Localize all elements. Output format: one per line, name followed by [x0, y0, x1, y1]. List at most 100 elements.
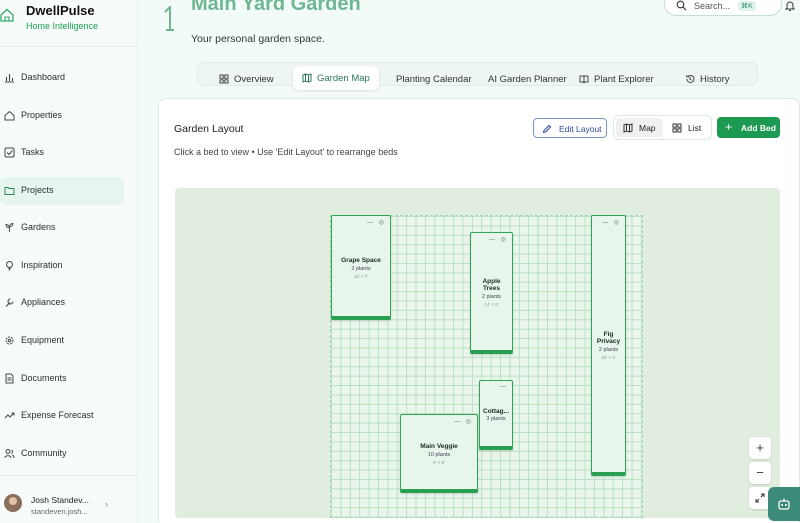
bed-name: Main Veggie: [420, 443, 458, 450]
bell-icon[interactable]: [784, 0, 796, 12]
sidebar-item-equipment[interactable]: Equipment: [0, 327, 124, 355]
add-bed-button[interactable]: + Add Bed: [717, 117, 780, 138]
folder-icon: [4, 187, 15, 195]
sidebar-item-tasks[interactable]: Tasks: [0, 139, 124, 167]
sidebar-item-gardens[interactable]: Gardens: [0, 214, 124, 242]
sidebar-item-inspiration[interactable]: Inspiration: [0, 252, 124, 280]
bed-plant-count: 3 plants: [486, 416, 506, 422]
chevron-right-icon: ›: [105, 499, 108, 509]
search-input[interactable]: Search... ⌘K: [664, 0, 782, 16]
tab-garden-map[interactable]: Garden Map: [293, 66, 379, 90]
bed-controls-icon[interactable]: —: [500, 384, 508, 390]
house-logo-icon: [0, 8, 14, 22]
trend-icon: [4, 412, 15, 419]
map-icon: [302, 73, 312, 83]
sidebar-item-label: Inspiration: [21, 260, 63, 270]
search-placeholder: Search...: [694, 1, 731, 11]
page-subtitle: Your personal garden space.: [191, 33, 325, 45]
users-icon: [4, 449, 15, 459]
tab-label: AI Garden Planner: [488, 73, 567, 85]
sprout-icon: [5, 223, 14, 232]
garden-bed[interactable]: — Cottag... 3 plants: [479, 380, 513, 450]
history-icon: [686, 74, 695, 83]
sidebar-item-label: Equipment: [21, 335, 65, 345]
edit-layout-label: Edit Layout: [559, 124, 602, 134]
robot-icon: [778, 498, 790, 510]
user-email: standeven.josh...: [31, 507, 88, 516]
map-view-button[interactable]: Map: [616, 118, 663, 137]
zoom-in-button[interactable]: +: [749, 437, 771, 459]
add-bed-label: Add Bed: [741, 123, 776, 133]
garden-bed[interactable]: — ◎ Apple Trees 2 plants 14' × 6': [470, 232, 513, 354]
wrench-icon: [5, 298, 14, 307]
list-view-button[interactable]: List: [665, 118, 710, 137]
sidebar-item-label: Community: [21, 448, 67, 458]
sidebar-item-dashboard[interactable]: Dashboard: [0, 64, 124, 92]
assistant-button[interactable]: [768, 487, 800, 521]
sidebar-item-label: Gardens: [21, 222, 56, 232]
sidebar-item-documents[interactable]: Documents: [0, 365, 124, 393]
home-icon: [4, 110, 15, 121]
user-menu[interactable]: Josh Standev... standeven.josh... ›: [0, 475, 138, 523]
bed-plant-count: 2 plants: [481, 294, 502, 300]
tab-ai-garden-planner[interactable]: AI Garden Planner: [488, 68, 567, 90]
bed-size: 12' × 7': [353, 274, 369, 279]
brand-subtitle: Home Intelligence: [26, 21, 99, 31]
sidebar-item-label: Expense Forecast: [21, 410, 94, 420]
garden-bed[interactable]: — ◎ Main Veggie 10 plants 8' × 8': [400, 414, 478, 493]
brand[interactable]: DwellPulse Home Intelligence: [0, 0, 138, 47]
card-hint: Click a bed to view • Use 'Edit Layout' …: [174, 147, 398, 157]
sidebar-item-properties[interactable]: Properties: [0, 102, 124, 130]
bed-controls-icon[interactable]: — ◎: [367, 219, 386, 226]
list-view-label: List: [688, 123, 702, 133]
tab-label: History: [700, 73, 730, 85]
edit-layout-button[interactable]: Edit Layout: [533, 118, 607, 138]
sidebar-item-label: Projects: [21, 185, 54, 195]
tab-label: Garden Map: [317, 72, 370, 84]
bed-size: 20' × 4': [601, 355, 616, 360]
bed-name: Fig Privacy: [596, 331, 621, 345]
gear-icon: [5, 336, 14, 345]
bed-name: Apple Trees: [482, 278, 501, 292]
bed-plant-count: 10 plants: [427, 452, 451, 458]
bed-controls-icon[interactable]: — ◎: [454, 418, 473, 425]
avatar: [4, 494, 22, 512]
search-icon: [676, 0, 687, 11]
sidebar-item-appliances[interactable]: Appliances: [0, 289, 124, 317]
user-name: Josh Standev...: [31, 495, 89, 505]
bed-controls-icon[interactable]: — ◎: [489, 236, 508, 243]
sidebar-item-label: Appliances: [21, 297, 66, 307]
book-icon: [579, 75, 589, 84]
sidebar-item-expense-forecast[interactable]: Expense Forecast: [0, 402, 124, 430]
grid-icon: [219, 74, 229, 84]
tab-history[interactable]: History: [685, 68, 730, 90]
map-icon: [623, 123, 633, 133]
view-toggle: Map List: [613, 115, 712, 140]
tab-planting-calendar[interactable]: Planting Calendar: [396, 68, 472, 90]
bed-name: Grape Space: [341, 257, 381, 264]
checkbox-icon: [4, 147, 15, 158]
bed-plant-count: 2 plants: [598, 347, 619, 353]
sidebar-item-projects[interactable]: Projects: [0, 177, 124, 205]
search-shortcut: ⌘K: [738, 1, 756, 11]
sidebar-item-label: Dashboard: [21, 72, 66, 82]
bed-size: 8' × 8': [433, 460, 445, 465]
zoom-out-button[interactable]: −: [749, 462, 771, 484]
brand-name: DwellPulse: [26, 3, 95, 18]
plus-icon: +: [725, 120, 733, 134]
garden-layout-card: Garden Layout Click a bed to view • Use …: [158, 98, 800, 523]
card-title: Garden Layout: [174, 123, 244, 135]
page-title: Main Yard Garden: [191, 0, 361, 14]
garden-bed[interactable]: — ◎ Grape Space 2 plants 12' × 7': [331, 215, 391, 320]
garden-map[interactable]: — ◎ Grape Space 2 plants 12' × 7' — ◎ Ap…: [175, 188, 780, 518]
garden-bed[interactable]: — ◎ Fig Privacy 2 plants 20' × 4': [591, 215, 626, 476]
tab-label: Plant Explorer: [594, 73, 654, 85]
pencil-icon: [542, 124, 552, 134]
sidebar-item-community[interactable]: Community: [0, 440, 124, 468]
bed-name: Cottag...: [483, 408, 509, 415]
tab-plant-explorer[interactable]: Plant Explorer: [579, 68, 654, 90]
bed-controls-icon[interactable]: — ◎: [602, 219, 621, 226]
tab-overview[interactable]: Overview: [219, 68, 274, 90]
garden-icon: [164, 6, 174, 31]
document-icon: [5, 373, 14, 384]
